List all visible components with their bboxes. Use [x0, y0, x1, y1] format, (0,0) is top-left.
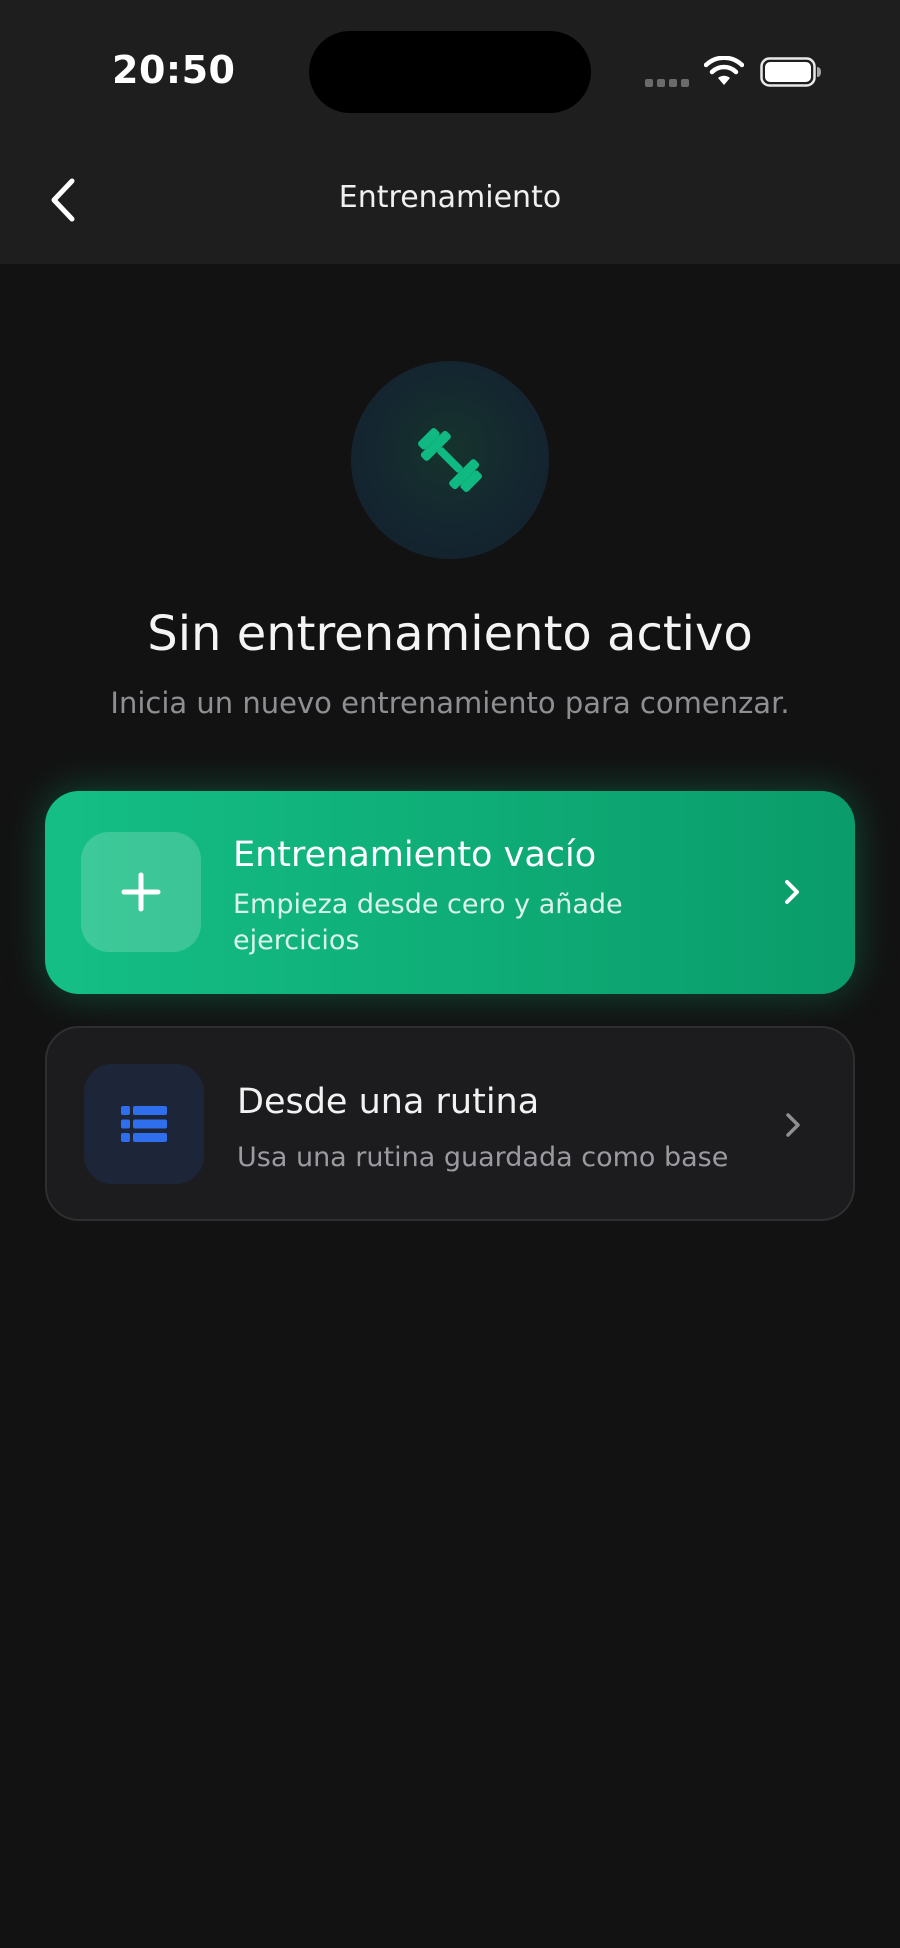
dumbbell-icon: [418, 428, 482, 492]
from-routine-description: Usa una rutina guardada como base: [237, 1142, 729, 1173]
chevron-right-icon: [785, 880, 799, 904]
dynamic-island: [309, 31, 591, 113]
cellular-signal-icon: [645, 79, 691, 87]
battery-icon: [760, 57, 821, 87]
from-routine-card[interactable]: Desde una rutina Usa una rutina guardada…: [45, 1026, 855, 1221]
empty-workout-card[interactable]: Entrenamiento vacío Empieza desde cero y…: [45, 791, 855, 994]
empty-workout-title: Entrenamiento vacío: [233, 835, 597, 875]
plus-icon-box: [81, 832, 201, 952]
top-bar: 20:50 Entrenamiento: [0, 0, 900, 264]
plus-icon: [121, 872, 161, 912]
from-routine-title: Desde una rutina: [237, 1082, 540, 1122]
list-icon-box: [84, 1064, 204, 1184]
page-title: Entrenamiento: [338, 180, 562, 215]
chevron-right-icon: [786, 1113, 800, 1137]
workout-screen: 20:50 Entrenamiento Sin entrenamiento ac…: [0, 0, 900, 1948]
dumbbell-badge: [351, 361, 549, 559]
list-icon: [121, 1106, 167, 1142]
empty-state-subtitle: Inicia un nuevo entrenamiento para comen…: [110, 686, 790, 720]
empty-workout-description: Empieza desde cero y añade ejercicios: [233, 889, 623, 956]
wifi-icon: [704, 56, 744, 85]
empty-state-title: Sin entrenamiento activo: [147, 606, 753, 662]
status-time: 20:50: [112, 48, 236, 92]
